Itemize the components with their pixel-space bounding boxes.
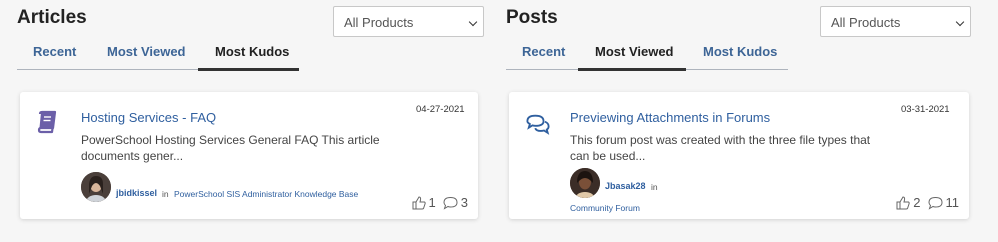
posts-tabs: Recent Most Viewed Most Kudos	[506, 38, 788, 71]
kudos-count: 1	[428, 195, 436, 210]
thumbs-up-icon[interactable]	[896, 195, 910, 210]
chat-bubbles-icon	[526, 114, 550, 135]
in-label: in	[162, 189, 169, 199]
articles-panel: Articles All Products Recent Most Viewed…	[17, 0, 487, 242]
article-excerpt: PowerSchool Hosting Services General FAQ…	[81, 133, 380, 163]
chevron-down-icon	[955, 17, 965, 27]
tab-most-kudos[interactable]: Most Kudos	[703, 44, 777, 59]
comment-count: 11	[945, 195, 960, 210]
article-location-link[interactable]: PowerSchool SIS Administrator Knowledge …	[174, 189, 358, 199]
thumbs-up-icon[interactable]	[412, 195, 426, 210]
comment-count: 3	[460, 195, 468, 210]
avatar[interactable]	[570, 168, 600, 198]
post-excerpt: This forum post was created with the thr…	[570, 133, 871, 163]
active-tab-indicator	[198, 68, 299, 71]
post-title-link[interactable]: Previewing Attachments in Forums	[570, 110, 770, 125]
article-title-link[interactable]: Hosting Services - FAQ	[81, 110, 216, 125]
articles-tabs: Recent Most Viewed Most Kudos	[17, 38, 299, 71]
articles-product-filter[interactable]: All Products	[333, 6, 484, 37]
article-date: 04-27-2021	[416, 104, 465, 115]
articles-title: Articles	[17, 7, 87, 28]
comment-icon[interactable]	[443, 196, 458, 210]
articles-filter-value: All Products	[344, 15, 414, 30]
avatar[interactable]	[81, 172, 111, 202]
in-label: in	[651, 182, 658, 192]
post-card: 03-31-2021 Previewing Attachments in For…	[509, 92, 969, 219]
chevron-down-icon	[468, 17, 478, 27]
tab-most-viewed[interactable]: Most Viewed	[107, 44, 186, 59]
posts-panel: Posts All Products Recent Most Viewed Mo…	[506, 0, 976, 242]
book-icon	[37, 110, 57, 134]
posts-filter-value: All Products	[831, 15, 901, 30]
post-date: 03-31-2021	[901, 104, 950, 115]
posts-product-filter[interactable]: All Products	[820, 6, 971, 37]
tab-most-kudos[interactable]: Most Kudos	[215, 44, 289, 59]
post-location-link[interactable]: Community Forum	[570, 203, 640, 213]
posts-title: Posts	[506, 7, 558, 28]
kudos-count: 2	[913, 195, 921, 210]
post-author-link[interactable]: Jbasak28	[605, 181, 646, 191]
tab-most-viewed[interactable]: Most Viewed	[595, 44, 674, 59]
post-stats: 2 11	[896, 195, 959, 210]
comment-icon[interactable]	[927, 196, 943, 210]
active-tab-indicator	[578, 68, 686, 71]
article-author-link[interactable]: jbidkissel	[116, 188, 157, 198]
tab-recent[interactable]: Recent	[522, 44, 565, 59]
article-card: 04-27-2021 Hosting Services - FAQ PowerS…	[20, 92, 478, 219]
article-stats: 1 3	[412, 195, 468, 210]
tab-recent[interactable]: Recent	[33, 44, 76, 59]
